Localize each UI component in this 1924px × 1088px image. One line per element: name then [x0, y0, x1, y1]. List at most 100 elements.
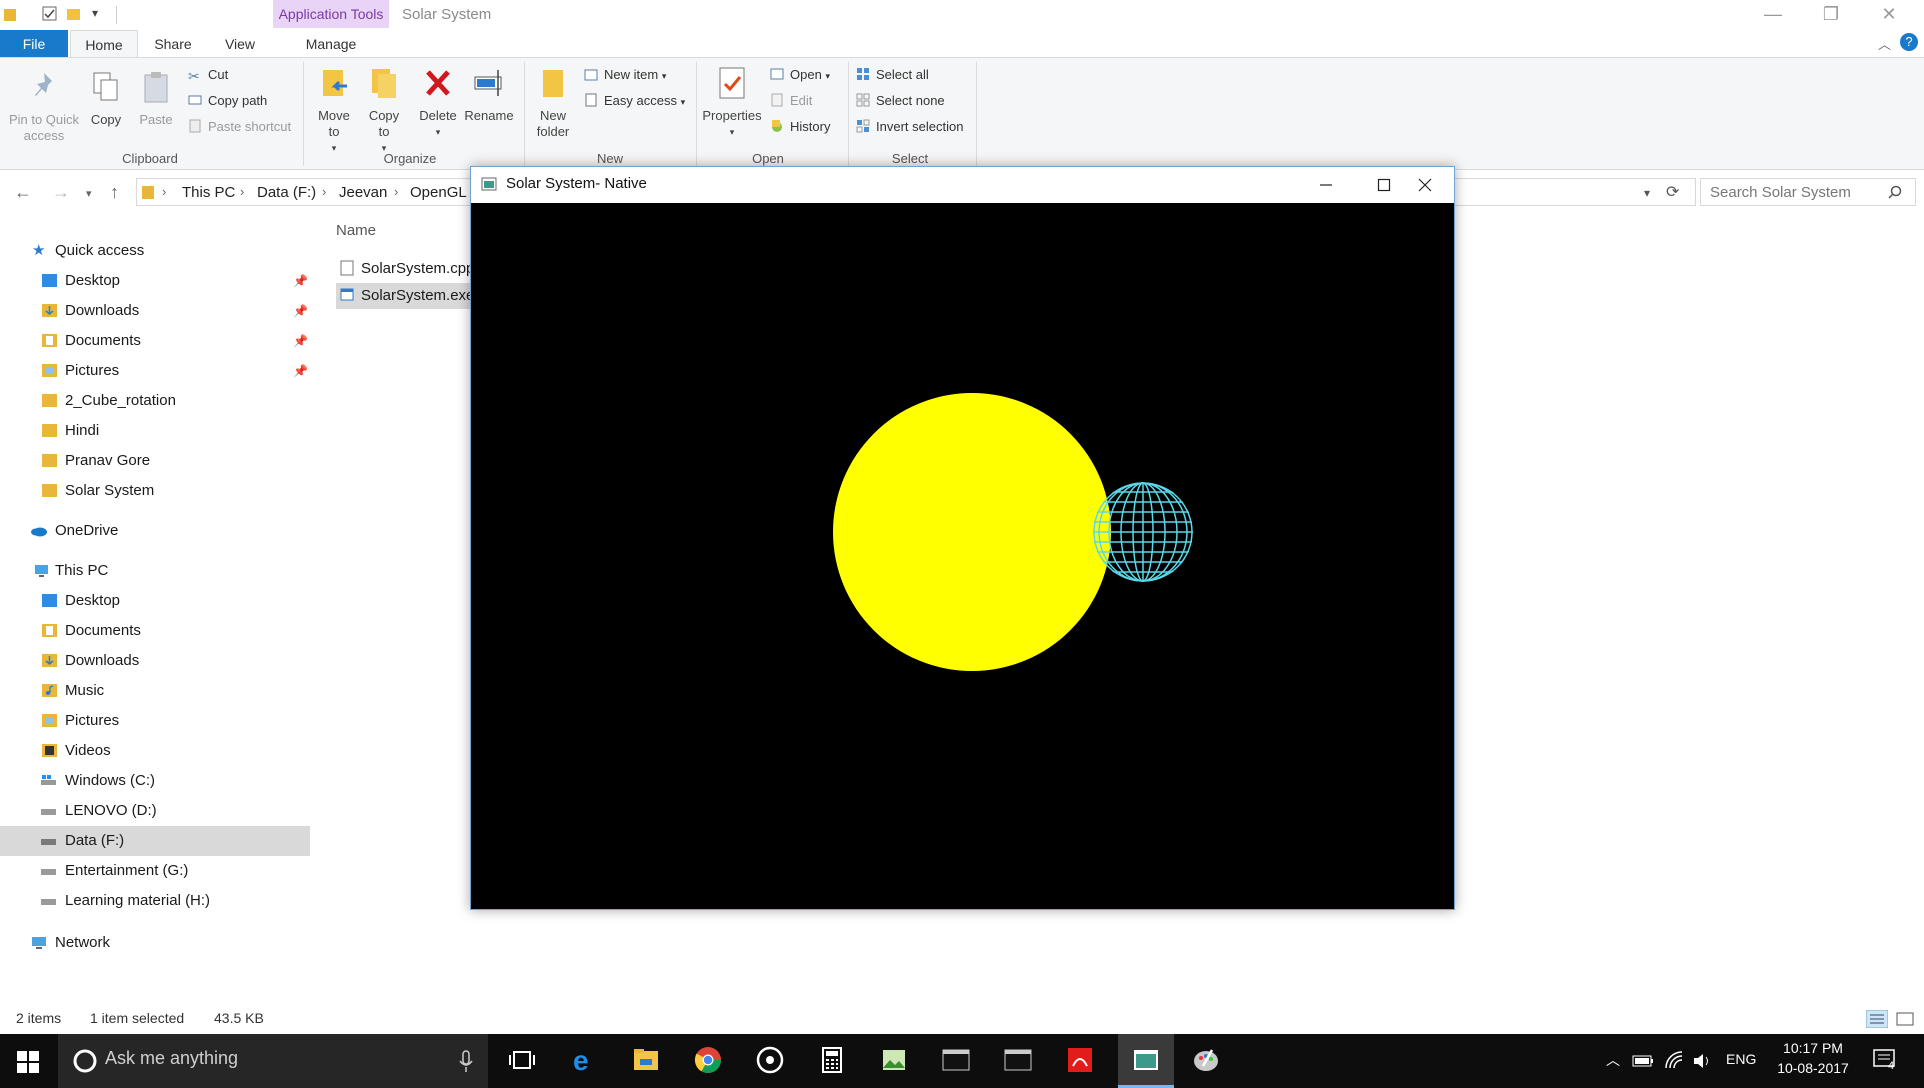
nav-qa-desktop[interactable]: Desktop 📌: [0, 266, 310, 296]
nav-pc-desktop[interactable]: Desktop: [0, 586, 310, 616]
recent-locations-chevron-icon[interactable]: ▾: [86, 187, 92, 200]
edge-browser-icon[interactable]: e: [570, 1046, 598, 1074]
media-player-icon[interactable]: [756, 1046, 784, 1074]
tab-file[interactable]: File: [0, 30, 68, 58]
tab-view[interactable]: View: [212, 30, 268, 58]
select-all-button[interactable]: Select all: [856, 64, 929, 86]
breadcrumb-jeevan[interactable]: Jeevan: [339, 184, 387, 201]
file-explorer-icon[interactable]: [632, 1046, 660, 1074]
new-folder-button[interactable]: New folder: [530, 66, 576, 140]
new-folder-qat-icon[interactable]: [66, 6, 82, 22]
forward-arrow-icon[interactable]: →: [52, 182, 70, 203]
refresh-icon[interactable]: ⟳: [1666, 182, 1679, 202]
show-hidden-icons-chevron-icon[interactable]: ︿: [1606, 1050, 1620, 1070]
nav-pc-music[interactable]: Music: [0, 676, 310, 706]
up-arrow-icon[interactable]: ↑: [110, 182, 119, 203]
open-button[interactable]: Open ▾: [770, 64, 830, 86]
details-view-icon[interactable]: [1866, 1010, 1888, 1028]
nav-onedrive[interactable]: OneDrive: [0, 516, 310, 546]
nav-pc-videos[interactable]: Videos: [0, 736, 310, 766]
rename-button[interactable]: Rename: [464, 66, 514, 124]
nav-pc-windows-c[interactable]: Windows (C:): [0, 766, 310, 796]
close-button[interactable]: ✕: [1860, 0, 1918, 30]
copy-button[interactable]: Copy: [86, 70, 126, 128]
terminal-icon[interactable]: [1004, 1046, 1032, 1074]
pin-to-quick-access-button[interactable]: Pin to Quick access: [2, 70, 86, 144]
pdf-reader-icon[interactable]: [1066, 1046, 1094, 1074]
nav-pc-documents[interactable]: Documents: [0, 616, 310, 646]
pin-icon[interactable]: 📌: [293, 266, 308, 296]
nav-pc-data-f[interactable]: Data (F:): [0, 826, 310, 856]
nav-qa-solar-system[interactable]: Solar System: [0, 476, 310, 506]
microphone-icon[interactable]: [458, 1050, 474, 1074]
pin-icon[interactable]: 📌: [293, 326, 308, 356]
nav-qa-pictures[interactable]: Pictures 📌: [0, 356, 310, 386]
cut-button[interactable]: ✂ Cut: [188, 64, 228, 86]
nav-pc-downloads[interactable]: Downloads: [0, 646, 310, 676]
edit-button[interactable]: Edit: [770, 90, 812, 112]
delete-button[interactable]: Delete ▾: [416, 66, 460, 140]
nav-pc-pictures[interactable]: Pictures: [0, 706, 310, 736]
paste-button[interactable]: Paste: [136, 70, 176, 128]
breadcrumb-opengl[interactable]: OpenGL: [410, 184, 467, 201]
pin-icon[interactable]: 📌: [293, 296, 308, 326]
copy-path-button[interactable]: Copy path: [188, 90, 267, 112]
nav-network[interactable]: Network: [0, 928, 310, 958]
console-window-icon[interactable]: [942, 1046, 970, 1074]
breadcrumb-data-f[interactable]: Data (F:): [257, 184, 316, 201]
search-icon[interactable]: [1888, 185, 1902, 199]
volume-icon[interactable]: [1692, 1052, 1712, 1070]
minimize-button[interactable]: —: [1744, 0, 1802, 30]
calculator-icon[interactable]: [818, 1046, 846, 1074]
column-header-name[interactable]: Name: [336, 222, 376, 239]
history-button[interactable]: History: [770, 116, 830, 138]
select-none-button[interactable]: Select none: [856, 90, 945, 112]
file-solarsystem-exe[interactable]: SolarSystem.exe: [336, 283, 480, 309]
collapse-ribbon-icon[interactable]: ︿: [1878, 34, 1891, 53]
image-editor-icon[interactable]: [880, 1046, 908, 1074]
nav-pc-entertainment-g[interactable]: Entertainment (G:): [0, 856, 310, 886]
tab-manage[interactable]: Manage: [273, 30, 389, 58]
nav-pc-lenovo-d[interactable]: LENOVO (D:): [0, 796, 310, 826]
copy-to-button[interactable]: Copy to ▾: [362, 66, 406, 156]
nav-qa-hindi[interactable]: Hindi: [0, 416, 310, 446]
nav-pc-learning-material-h[interactable]: Learning material (H:): [0, 886, 310, 916]
wifi-icon[interactable]: [1664, 1050, 1684, 1070]
invert-selection-button[interactable]: Invert selection: [856, 116, 963, 138]
back-arrow-icon[interactable]: ←: [14, 182, 32, 203]
tab-home[interactable]: Home: [70, 30, 138, 58]
clock-date[interactable]: 10-08-2017: [1772, 1060, 1854, 1076]
language-indicator[interactable]: ENG: [1726, 1051, 1756, 1067]
search-input-placeholder[interactable]: Search Solar System: [1710, 184, 1851, 201]
properties-qat-icon[interactable]: [42, 6, 58, 22]
move-to-button[interactable]: Move to ▾: [312, 66, 356, 156]
breadcrumb-this-pc[interactable]: This PC: [182, 184, 235, 201]
nav-qa-documents[interactable]: Documents 📌: [0, 326, 310, 356]
chrome-icon[interactable]: [694, 1046, 722, 1074]
nav-quick-access[interactable]: ★ Quick access: [0, 236, 310, 266]
paste-shortcut-button[interactable]: Paste shortcut: [188, 116, 291, 138]
task-view-icon[interactable]: [508, 1046, 536, 1074]
windows-start-icon[interactable]: [17, 1051, 39, 1073]
address-dropdown-chevron-icon[interactable]: ▾: [1644, 186, 1650, 200]
nav-qa-downloads[interactable]: Downloads 📌: [0, 296, 310, 326]
opengl-render-canvas[interactable]: [471, 203, 1454, 909]
nav-qa-pranav-gore[interactable]: Pranav Gore: [0, 446, 310, 476]
properties-button[interactable]: Properties ▾: [700, 66, 764, 140]
pin-icon[interactable]: 📌: [293, 356, 308, 386]
app-close-button[interactable]: [1396, 167, 1454, 203]
customize-qat-icon[interactable]: ▾: [92, 6, 98, 20]
nav-this-pc[interactable]: This PC: [0, 556, 310, 586]
nav-qa-2-cube-rotation[interactable]: 2_Cube_rotation: [0, 386, 310, 416]
easy-access-button[interactable]: Easy access ▾: [584, 90, 685, 112]
app-minimize-button[interactable]: [1297, 167, 1355, 203]
restore-button[interactable]: ❐: [1802, 0, 1860, 30]
clock-time[interactable]: 10:17 PM: [1778, 1040, 1848, 1056]
large-icons-view-icon[interactable]: [1894, 1010, 1916, 1028]
new-item-button[interactable]: New item ▾: [584, 64, 666, 86]
file-solarsystem-cpp[interactable]: SolarSystem.cpp: [336, 256, 480, 282]
cortana-search-placeholder[interactable]: Ask me anything: [105, 1048, 238, 1069]
tab-share[interactable]: Share: [145, 30, 201, 58]
paint-icon[interactable]: [1192, 1046, 1220, 1074]
help-icon[interactable]: ?: [1900, 33, 1918, 51]
